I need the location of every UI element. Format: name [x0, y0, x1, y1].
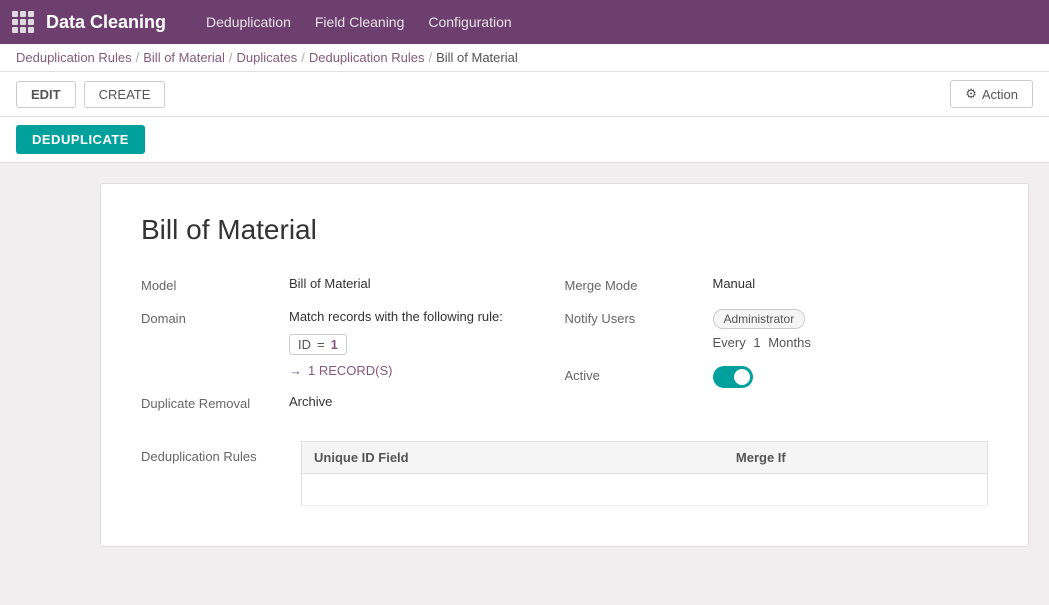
- merge-mode-value: Manual: [713, 276, 756, 291]
- action-button-label: Action: [982, 87, 1018, 102]
- notify-users-label: Notify Users: [565, 309, 705, 326]
- records-link[interactable]: → 1 RECORD(S): [289, 363, 503, 378]
- topbar: Data Cleaning Deduplication Field Cleani…: [0, 0, 1049, 44]
- notify-unit: Months: [768, 335, 811, 350]
- right-fields: Merge Mode Manual Notify Users Administr…: [565, 276, 989, 411]
- notify-users-badge: Administrator: [713, 309, 806, 329]
- merge-mode-row: Merge Mode Manual: [565, 276, 989, 293]
- arrow-right-icon: →: [289, 363, 302, 378]
- model-field-row: Model Bill of Material: [141, 276, 565, 293]
- deduplicate-bar: DEDUPLICATE: [0, 117, 1049, 163]
- fields-grid: Model Bill of Material Domain Match reco…: [141, 276, 988, 411]
- table-col-merge-if: Merge If: [724, 442, 988, 474]
- notify-number: 1: [753, 335, 760, 350]
- duplicate-removal-label: Duplicate Removal: [141, 394, 281, 411]
- notify-users-row: Notify Users Administrator Every 1 Month…: [565, 309, 989, 350]
- action-bar: EDIT CREATE ⚙ Action: [0, 72, 1049, 117]
- table-col-unique-id: Unique ID Field: [302, 442, 724, 474]
- action-button[interactable]: ⚙ Action: [950, 80, 1033, 108]
- main-content: Bill of Material Model Bill of Material …: [0, 163, 1049, 567]
- active-toggle[interactable]: [713, 366, 753, 388]
- edit-button[interactable]: EDIT: [16, 81, 76, 108]
- record-card: Bill of Material Model Bill of Material …: [100, 183, 1029, 547]
- topbar-nav: Deduplication Field Cleaning Configurati…: [206, 10, 512, 34]
- domain-text: Match records with the following rule:: [289, 309, 503, 324]
- domain-label: Domain: [141, 309, 281, 326]
- table-row: [302, 474, 988, 506]
- active-row: Active: [565, 366, 989, 388]
- model-value: Bill of Material: [289, 276, 371, 291]
- breadcrumb-deduplication-rules[interactable]: Deduplication Rules: [16, 50, 132, 65]
- notify-every-label: Every: [713, 335, 746, 350]
- table-cell-empty-2: [724, 474, 988, 506]
- table-cell-empty-1: [302, 474, 724, 506]
- domain-field-name: ID: [298, 337, 311, 352]
- breadcrumb-sep-2: /: [229, 50, 233, 65]
- domain-field-row: Domain Match records with the following …: [141, 309, 565, 378]
- domain-op: =: [317, 337, 325, 352]
- duplicate-removal-value: Archive: [289, 394, 332, 409]
- records-link-label: 1 RECORD(S): [308, 363, 393, 378]
- breadcrumb: Deduplication Rules / Bill of Material /…: [0, 44, 1049, 72]
- breadcrumb-sep-3: /: [301, 50, 305, 65]
- duplicate-removal-row: Duplicate Removal Archive: [141, 394, 565, 411]
- notify-users-container: Administrator Every 1 Months: [713, 309, 811, 350]
- topbar-left: Data Cleaning: [12, 11, 166, 33]
- active-label: Active: [565, 366, 705, 383]
- breadcrumb-sep-1: /: [136, 50, 140, 65]
- dedup-rules-label: Deduplication Rules: [141, 441, 281, 464]
- domain-value-container: Match records with the following rule: I…: [289, 309, 503, 378]
- model-label: Model: [141, 276, 281, 293]
- nav-field-cleaning[interactable]: Field Cleaning: [315, 10, 405, 34]
- dedup-rules-section: Deduplication Rules Unique ID Field Merg…: [141, 441, 988, 506]
- nav-deduplication[interactable]: Deduplication: [206, 10, 291, 34]
- breadcrumb-deduplication-rules-2[interactable]: Deduplication Rules: [309, 50, 425, 65]
- breadcrumb-bill-of-material-current: Bill of Material: [436, 50, 518, 65]
- domain-filter: ID = 1: [289, 334, 347, 355]
- domain-val: 1: [331, 337, 338, 352]
- record-title: Bill of Material: [141, 214, 988, 246]
- deduplicate-button[interactable]: DEDUPLICATE: [16, 125, 145, 154]
- grid-menu-icon[interactable]: [12, 11, 34, 33]
- nav-configuration[interactable]: Configuration: [428, 10, 511, 34]
- create-button[interactable]: CREATE: [84, 81, 166, 108]
- app-title: Data Cleaning: [46, 12, 166, 33]
- notify-every-container: Every 1 Months: [713, 335, 811, 350]
- breadcrumb-bill-of-material-1[interactable]: Bill of Material: [143, 50, 225, 65]
- dedup-rules-table: Unique ID Field Merge If: [301, 441, 988, 506]
- merge-mode-label: Merge Mode: [565, 276, 705, 293]
- breadcrumb-sep-4: /: [428, 50, 432, 65]
- gear-icon: ⚙: [965, 86, 977, 102]
- left-fields: Model Bill of Material Domain Match reco…: [141, 276, 565, 411]
- breadcrumb-duplicates[interactable]: Duplicates: [237, 50, 298, 65]
